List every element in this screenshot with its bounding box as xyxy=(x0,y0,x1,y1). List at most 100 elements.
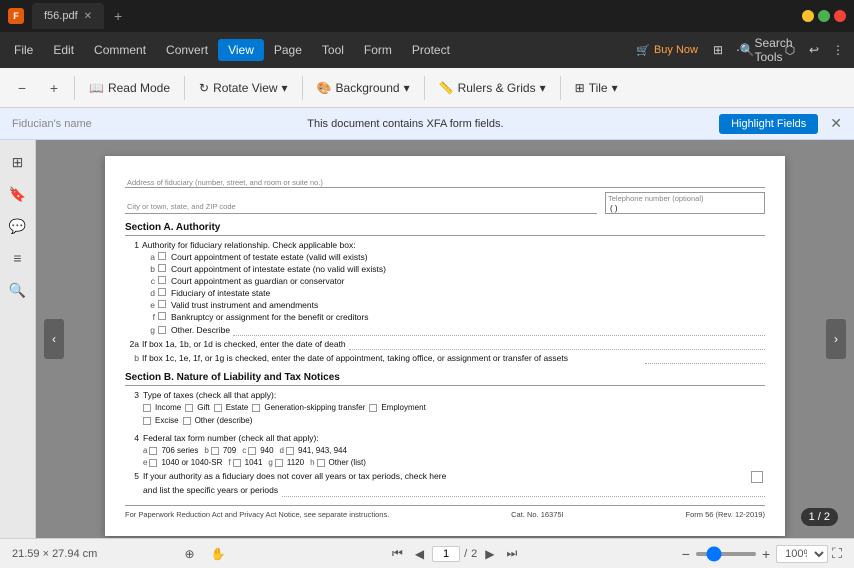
menu-protect[interactable]: Protect xyxy=(402,39,460,61)
title-bar: F f56.pdf ✕ + xyxy=(0,0,854,32)
menu-edit[interactable]: Edit xyxy=(43,39,84,61)
zoom-in-button[interactable]: + xyxy=(40,74,68,102)
checkbox-a[interactable] xyxy=(158,252,166,260)
menu-view[interactable]: View xyxy=(218,39,264,61)
item-g-alpha: g xyxy=(145,325,155,335)
checkbox-estate[interactable] xyxy=(214,404,222,412)
checkbox-income[interactable] xyxy=(143,404,151,412)
read-mode-button[interactable]: 📖 Read Mode xyxy=(81,77,178,99)
checkbox-g[interactable] xyxy=(158,326,166,334)
window-controls xyxy=(802,10,846,22)
checkbox-gift[interactable] xyxy=(185,404,193,412)
checkbox-excise[interactable] xyxy=(143,417,151,425)
menu-comment[interactable]: Comment xyxy=(84,39,156,61)
checkbox-employment[interactable] xyxy=(369,404,377,412)
background-button[interactable]: 🎨 Background ▾ xyxy=(309,77,418,99)
city-field[interactable]: City or town, state, and ZIP code xyxy=(125,192,597,214)
page-nav-right-button[interactable]: › xyxy=(826,319,846,359)
page-nav-left-button[interactable]: ‹ xyxy=(44,319,64,359)
sidebar-layers-icon[interactable]: ≡ xyxy=(4,244,32,272)
footer-cat: Cat. No. 16375I xyxy=(511,510,564,519)
background-icon: 🎨 xyxy=(317,81,332,95)
zoom-level-select[interactable]: 100% 75% 150% 200% xyxy=(776,545,828,563)
menu-extra-icon1[interactable]: ⊞ xyxy=(706,38,730,62)
checkbox-c[interactable] xyxy=(158,276,166,284)
maximize-button[interactable] xyxy=(818,10,830,22)
buy-now-button[interactable]: 🛒 Buy Now xyxy=(636,44,698,57)
checkbox-other-form[interactable] xyxy=(317,459,325,467)
form-1040-label: 1040 or 1040-SR xyxy=(161,458,222,467)
other-describe-field[interactable] xyxy=(233,324,765,336)
date-of-death-field[interactable] xyxy=(349,338,765,350)
menu-form[interactable]: Form xyxy=(354,39,402,61)
checkbox-1040[interactable] xyxy=(149,459,157,467)
checkbox-row5[interactable] xyxy=(751,471,763,483)
phone-field[interactable]: ( ) xyxy=(606,204,764,213)
background-label: Background xyxy=(336,81,400,95)
checkbox-e[interactable] xyxy=(158,300,166,308)
cart-icon: 🛒 xyxy=(636,44,650,57)
left-sidebar: ⊞ 🔖 💬 ≡ 🔍 xyxy=(0,140,36,538)
page-number-input[interactable] xyxy=(432,546,460,562)
checkbox-f[interactable] xyxy=(158,312,166,320)
minimize-button[interactable] xyxy=(802,10,814,22)
sidebar-thumbnails-icon[interactable]: ⊞ xyxy=(4,148,32,176)
tile-button[interactable]: ⊞ Tile ▾ xyxy=(567,77,626,99)
tax-generation: Generation-skipping transfer xyxy=(252,403,365,412)
zoom-slider[interactable] xyxy=(696,552,756,556)
search-tools-button[interactable]: 🔍 Search Tools xyxy=(754,38,778,62)
close-button[interactable] xyxy=(834,10,846,22)
section-a-item-1: 1 Authority for fiduciary relationship. … xyxy=(125,240,765,250)
first-page-button[interactable]: ⏮ xyxy=(388,544,407,563)
address-field[interactable]: Address of fiduciary (number, street, an… xyxy=(125,172,765,188)
external-link-button[interactable]: ⬡ xyxy=(778,38,802,62)
page-total: 2 xyxy=(471,548,477,560)
tax-types-row2: Excise Other (describe) xyxy=(143,416,765,425)
sidebar-bookmark-icon[interactable]: 🔖 xyxy=(4,180,32,208)
sidebar-search-icon[interactable]: 🔍 xyxy=(4,276,32,304)
menu-page[interactable]: Page xyxy=(264,39,312,61)
checkbox-d[interactable] xyxy=(158,288,166,296)
menu-tool[interactable]: Tool xyxy=(312,39,354,61)
hand-tool-button[interactable]: ✋ xyxy=(207,545,230,563)
menu-convert[interactable]: Convert xyxy=(156,39,218,61)
checkbox-1041[interactable] xyxy=(233,459,241,467)
new-tab-button[interactable]: + xyxy=(108,6,128,26)
menu-file[interactable]: File xyxy=(4,39,43,61)
section-a-items: 1 Authority for fiduciary relationship. … xyxy=(125,240,765,364)
checkbox-1120[interactable] xyxy=(275,459,283,467)
zoom-out-status-button[interactable]: − xyxy=(680,546,692,562)
checkbox-generation[interactable] xyxy=(252,404,260,412)
tab-close-button[interactable]: ✕ xyxy=(84,11,92,22)
zoom-in-status-button[interactable]: + xyxy=(760,546,772,562)
tax-types-row1: Income Gift Estate Generation-skipp xyxy=(143,403,765,412)
tile-label: Tile xyxy=(589,81,608,95)
estate-label: Estate xyxy=(226,403,249,412)
row4-num: 4 xyxy=(125,433,139,467)
rotate-view-button[interactable]: ↻ Rotate View ▾ xyxy=(191,77,296,99)
tile-arrow-icon: ▾ xyxy=(612,81,618,95)
more-options-button[interactable]: ⋮ xyxy=(826,38,850,62)
xfa-close-button[interactable]: ✕ xyxy=(830,115,842,132)
prev-page-button[interactable]: ◀ xyxy=(411,545,428,563)
date-of-appointment-field[interactable] xyxy=(645,352,765,364)
rulers-grids-button[interactable]: 📏 Rulers & Grids ▾ xyxy=(431,77,554,99)
checkbox-940[interactable] xyxy=(248,447,256,455)
checkbox-941[interactable] xyxy=(286,447,294,455)
sidebar-comment-icon[interactable]: 💬 xyxy=(4,212,32,240)
rotate-icon: ↻ xyxy=(199,81,209,95)
last-page-button[interactable]: ⏭ xyxy=(503,544,522,563)
cursor-tool-button[interactable]: ⊕ xyxy=(181,545,199,563)
pdf-tab[interactable]: f56.pdf ✕ xyxy=(32,3,104,29)
checkbox-b[interactable] xyxy=(158,264,166,272)
item-g-text: Other. Describe xyxy=(171,325,230,335)
checkbox-other-tax[interactable] xyxy=(183,417,191,425)
highlight-fields-button[interactable]: Highlight Fields xyxy=(719,114,818,134)
years-field[interactable] xyxy=(282,483,765,497)
undo-button[interactable]: ↩ xyxy=(802,38,826,62)
zoom-out-button[interactable]: − xyxy=(8,74,36,102)
checkbox-709[interactable] xyxy=(211,447,219,455)
checkbox-706[interactable] xyxy=(149,447,157,455)
next-page-button[interactable]: ▶ xyxy=(481,545,498,563)
fullscreen-button[interactable]: ⛶ xyxy=(832,545,842,562)
